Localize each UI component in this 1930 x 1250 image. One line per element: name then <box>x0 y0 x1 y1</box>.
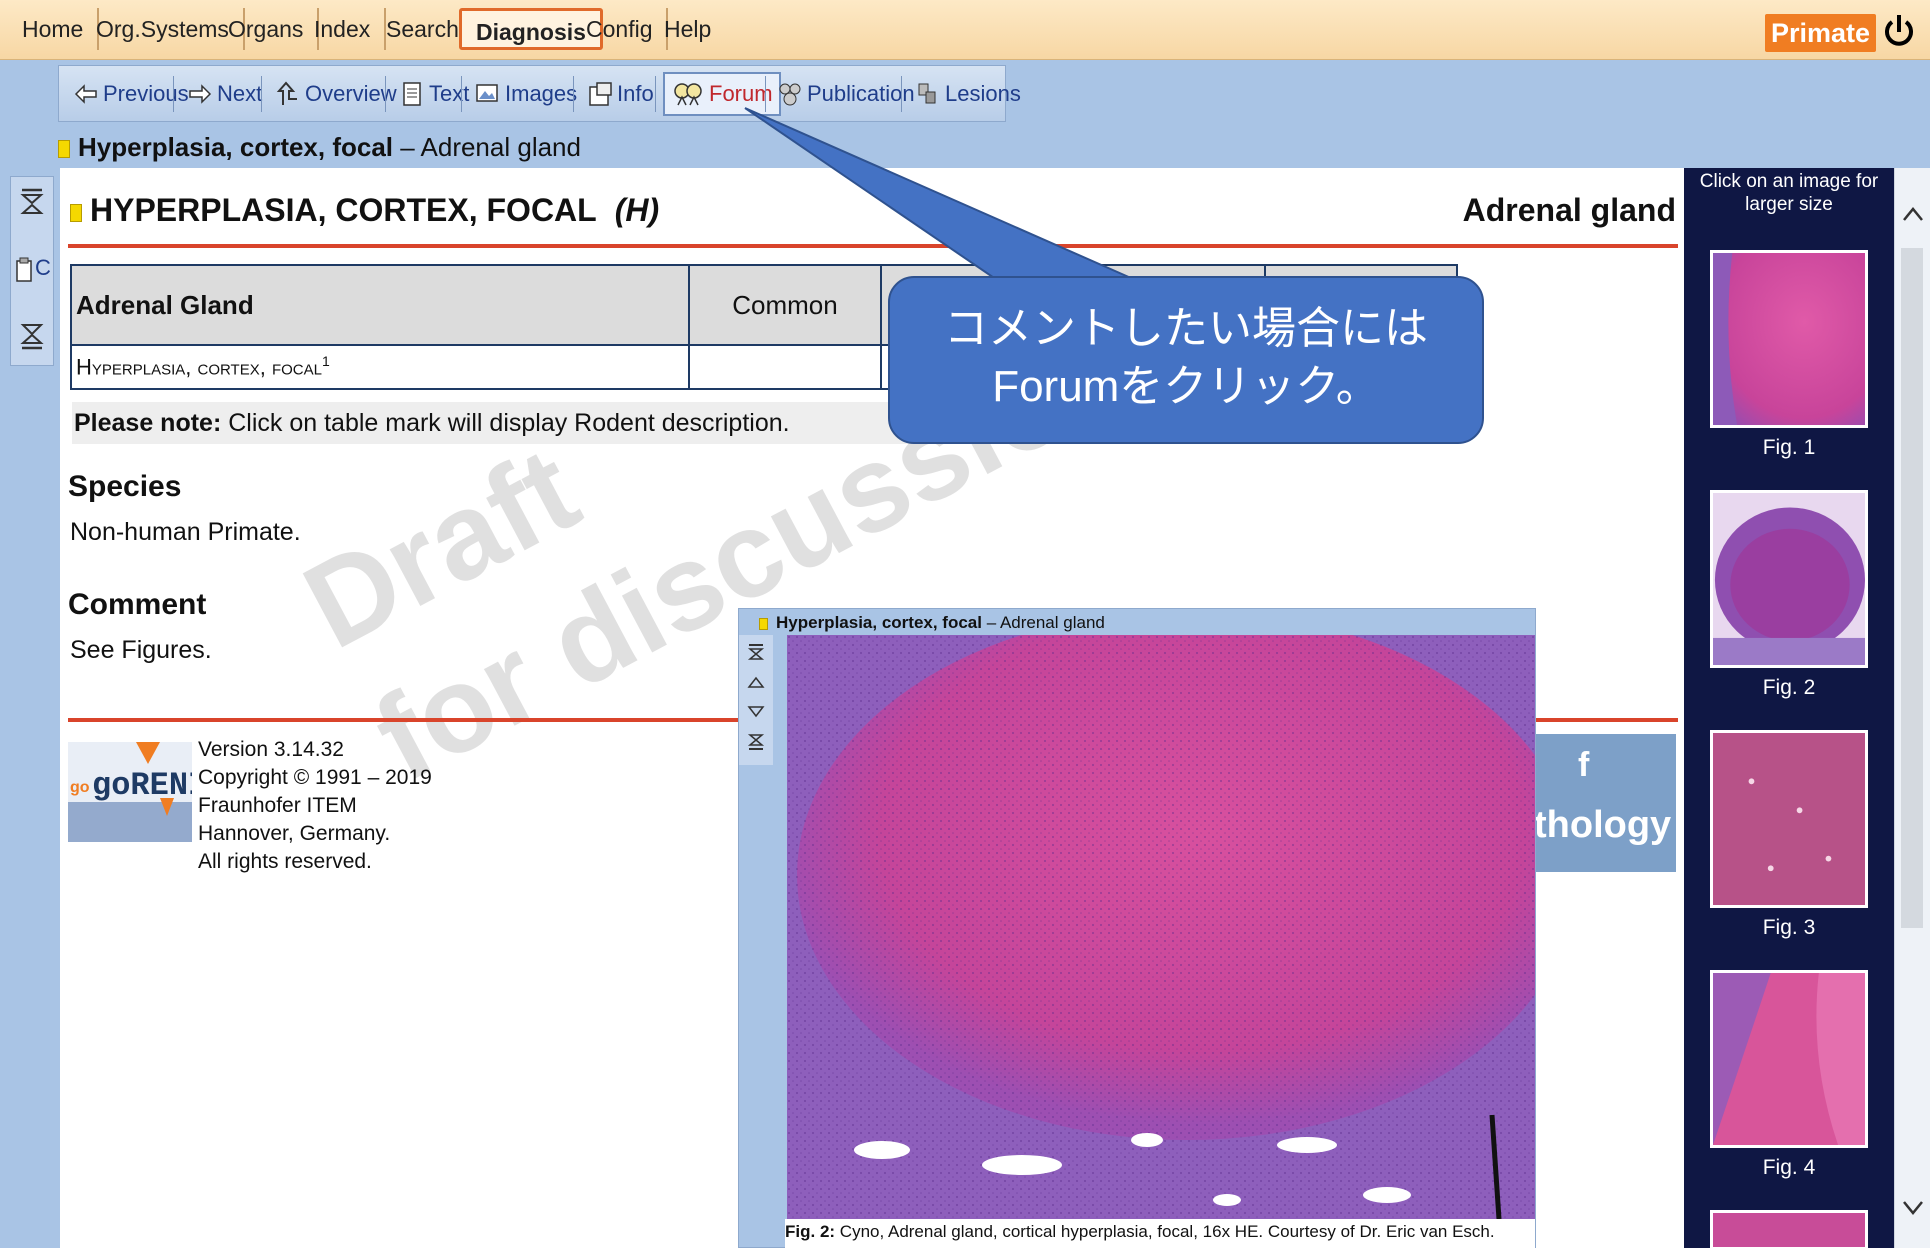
tab-help[interactable]: Help <box>650 8 725 50</box>
thumbnail-caption: Click on an image for larger size <box>1699 171 1879 215</box>
breadcrumb-lesion: Hyperplasia, cortex, focal <box>78 132 394 162</box>
instruction-callout: コメントしたい場合には Forumをクリック。 <box>888 276 1484 444</box>
publication-button[interactable]: Publication <box>771 72 921 116</box>
info-button[interactable]: Info <box>581 72 660 116</box>
org-text: Fraunhofer ITEM <box>198 794 357 817</box>
power-icon[interactable] <box>1882 12 1916 52</box>
previous-label: Previous <box>103 81 189 106</box>
images-button[interactable]: Images <box>469 72 583 116</box>
images-icon <box>476 84 498 102</box>
preview-controls <box>739 635 773 765</box>
callout-line-1: コメントしたい場合には <box>944 304 1428 353</box>
yellow-bullet-icon <box>70 203 82 222</box>
arrow-up-icon <box>276 81 297 105</box>
clipboard-icon[interactable] <box>15 257 33 283</box>
species-heading: Species <box>68 470 182 503</box>
fig-label-2: Fig. 2 <box>1762 676 1816 699</box>
svg-text:go: go <box>70 779 90 796</box>
images-label: Images <box>505 81 578 106</box>
arrow-right-icon <box>189 84 212 104</box>
scroll-down-icon[interactable] <box>1901 1198 1925 1218</box>
next-image-icon[interactable] <box>747 705 765 719</box>
left-rail-controls: C <box>10 176 54 366</box>
fig-label-1: Fig. 1 <box>1762 436 1816 459</box>
preview-caption: Fig. 2: Cyno, Adrenal gland, cortical hy… <box>785 1219 1535 1249</box>
breadcrumb: Hyperplasia, cortex, focal – Adrenal gla… <box>0 126 1930 168</box>
thumbnail-fig-3[interactable] <box>1710 730 1868 908</box>
scroll-up-icon[interactable] <box>1901 204 1925 224</box>
comment-heading: Comment <box>68 588 207 621</box>
publication-icon <box>779 83 801 106</box>
thumbnail-panel: Click on an image for larger size Fig. 1… <box>1684 168 1894 1250</box>
top-nav: Home Org.Systems Organs Index Search Dia… <box>0 0 1930 60</box>
goreni-logo: go goRENI <box>68 742 192 842</box>
copyright-text: Copyright © 1991 – 2019 <box>198 766 432 789</box>
forum-label: Forum <box>709 81 773 106</box>
overview-label: Overview <box>305 81 397 106</box>
table-header-organ: Adrenal Gland <box>70 264 690 346</box>
fig-label-3: Fig. 3 <box>1762 916 1816 939</box>
first-image-icon[interactable] <box>747 643 765 661</box>
thumbnail-fig-5[interactable] <box>1710 1210 1868 1250</box>
lesions-button[interactable]: Lesions <box>909 72 1027 116</box>
banner-image: f thology <box>1526 734 1676 872</box>
info-icon <box>589 82 612 106</box>
collapse-icon[interactable] <box>19 321 45 351</box>
previous-button[interactable]: Previous <box>67 72 195 116</box>
thumbnail-scrollbar[interactable] <box>1894 168 1930 1248</box>
navigation-toolbar: Previous Next Overview Text Images Info <box>58 65 1021 122</box>
page-title: HYPERPLASIA, CORTEX, FOCAL (H) <box>70 192 659 229</box>
thumbnail-fig-1[interactable] <box>1710 250 1868 428</box>
rail-c-label[interactable]: C <box>35 255 51 281</box>
diagnosis-title: HYPERPLASIA, CORTEX, FOCAL <box>90 192 597 228</box>
document-icon <box>403 82 421 106</box>
diagnosis-code: (H) <box>614 192 660 228</box>
scroll-thumb[interactable] <box>1901 248 1923 928</box>
species-badge[interactable]: Primate <box>1764 14 1876 52</box>
next-button[interactable]: Next <box>181 72 268 116</box>
publication-label: Publication <box>807 81 915 106</box>
fig-label-4: Fig. 4 <box>1762 1156 1816 1179</box>
rights-text: All rights reserved. <box>198 850 372 873</box>
footer-info: Version 3.14.32 Copyright © 1991 – 2019 … <box>198 736 432 876</box>
arrow-left-icon <box>74 84 97 104</box>
comment-text: See Figures. <box>70 636 212 664</box>
lesions-label: Lesions <box>945 81 1021 106</box>
next-label: Next <box>217 81 263 106</box>
last-image-icon[interactable] <box>747 733 765 751</box>
text-button[interactable]: Text <box>393 72 475 116</box>
thumbnail-fig-2[interactable] <box>1710 490 1868 668</box>
image-preview-window[interactable]: Hyperplasia, cortex, focal – Adrenal gla… <box>738 608 1536 1249</box>
left-rail: C <box>0 168 60 1248</box>
organ-heading: Adrenal gland <box>1462 192 1676 228</box>
expand-icon[interactable] <box>19 187 45 217</box>
breadcrumb-separator: – <box>393 132 421 162</box>
forum-button[interactable]: Forum <box>663 72 781 116</box>
histology-image[interactable] <box>787 635 1535 1219</box>
lesions-icon <box>918 83 936 104</box>
thumbnail-fig-4[interactable] <box>1710 970 1868 1148</box>
yellow-bullet-icon <box>759 617 768 630</box>
city-text: Hannover, Germany. <box>198 822 391 845</box>
preview-title: Hyperplasia, cortex, focal – Adrenal gla… <box>759 613 1105 633</box>
info-label: Info <box>617 81 654 106</box>
overview-button[interactable]: Overview <box>269 72 403 116</box>
previous-image-icon[interactable] <box>747 675 765 689</box>
species-text: Non-human Primate. <box>70 518 301 546</box>
svg-text:goRENI: goRENI <box>92 767 192 804</box>
forum-icon <box>674 83 702 106</box>
breadcrumb-organ: Adrenal gland <box>420 132 581 162</box>
version-text: Version 3.14.32 <box>198 738 344 761</box>
callout-line-2: Forumをクリック。 <box>992 362 1380 411</box>
yellow-bullet-icon <box>58 140 70 159</box>
text-label: Text <box>429 81 470 106</box>
